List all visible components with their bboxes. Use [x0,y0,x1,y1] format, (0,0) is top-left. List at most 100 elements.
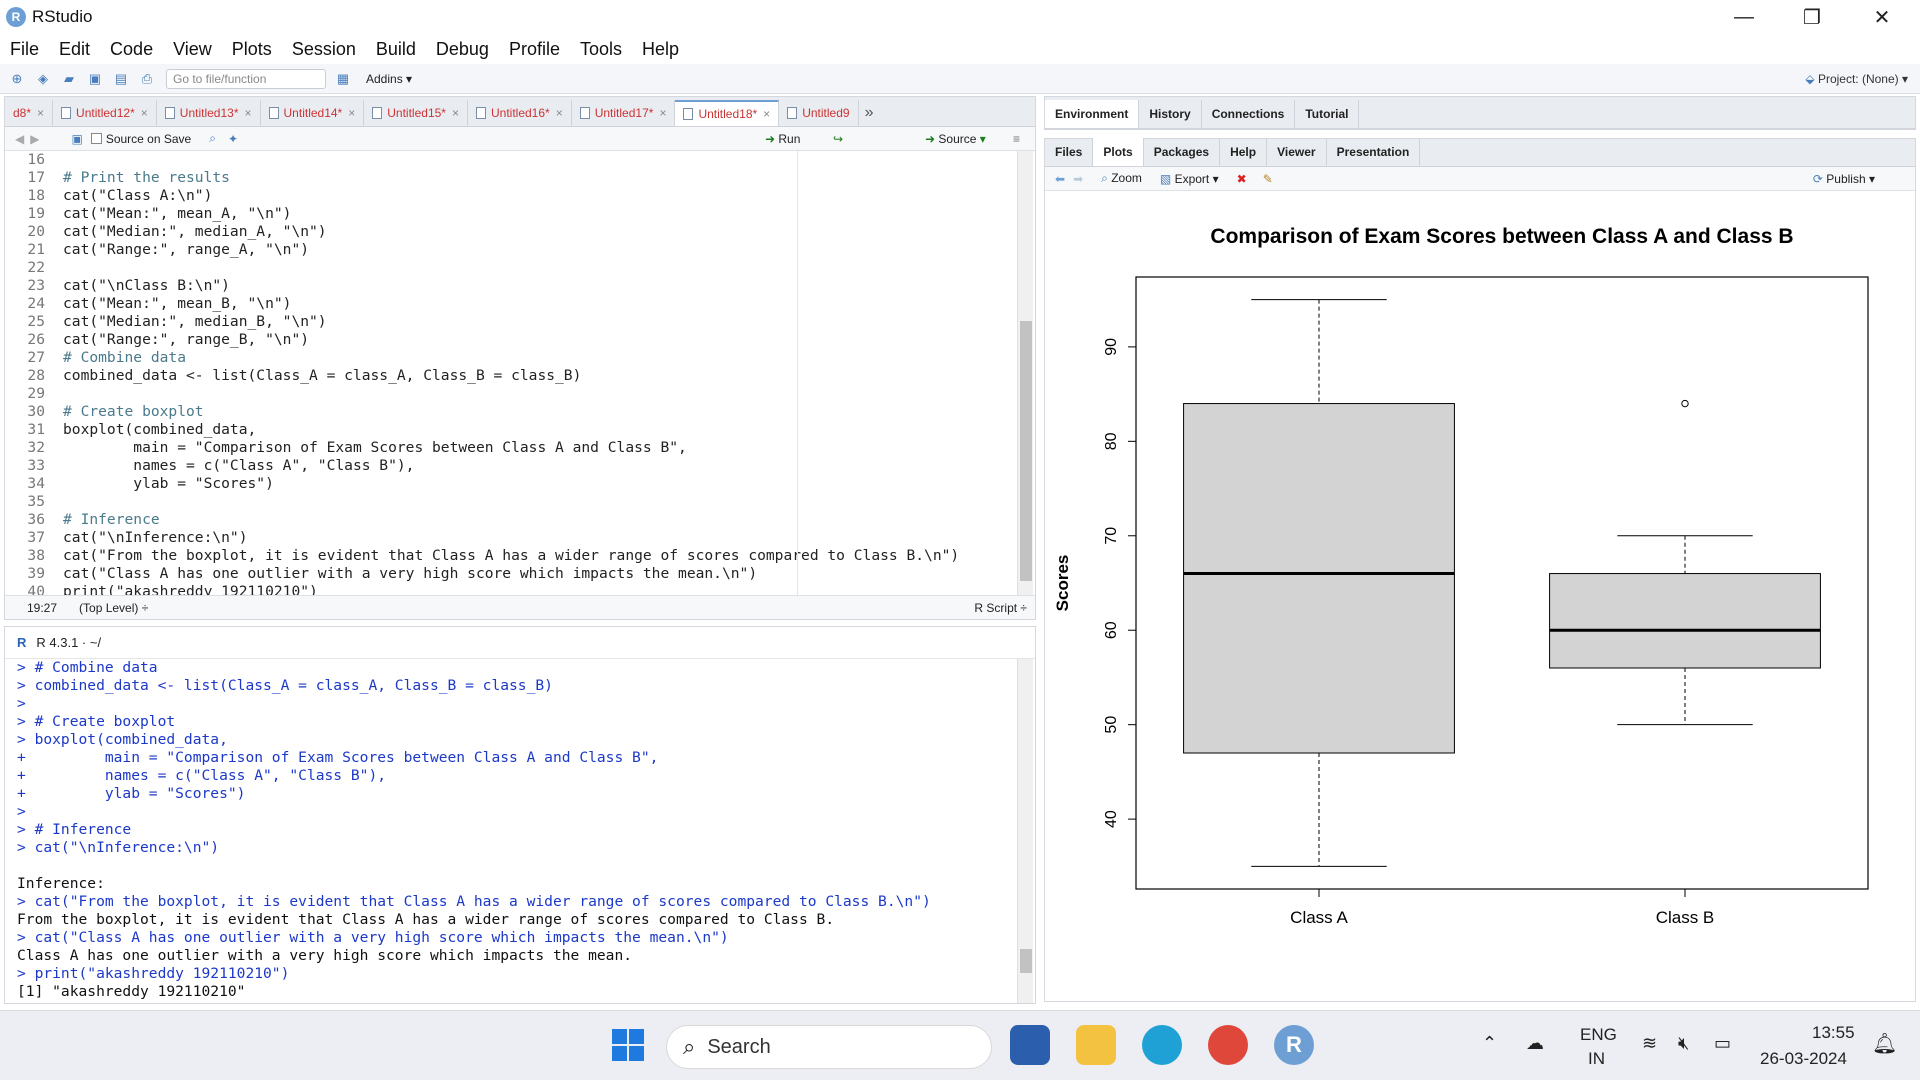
code-line[interactable]: 24 cat("Mean:", mean_B, "\n") [5,295,1013,313]
remove-plot-icon[interactable]: ✖ [1237,172,1247,186]
language-indicator[interactable]: ENG [1580,1025,1617,1045]
export-button[interactable]: ▧ Export ▾ [1160,172,1219,186]
tab-files[interactable]: Files [1045,138,1094,166]
menu-code[interactable]: Code [100,39,163,60]
tab-tutorial[interactable]: Tutorial [1295,100,1360,128]
battery-icon[interactable]: ▭ [1714,1033,1731,1054]
minimize-button[interactable]: — [1714,0,1774,34]
close-tab-icon[interactable]: × [452,106,459,120]
file-type-selector[interactable]: R Script ÷ [974,601,1027,615]
code-line[interactable]: 19 cat("Mean:", mean_A, "\n") [5,205,1013,223]
tab-packages[interactable]: Packages [1144,138,1221,166]
code-line[interactable]: 39 cat("Class A has one outlier with a ve… [5,565,1013,583]
tab-environment[interactable]: Environment [1045,100,1140,128]
tab-connections[interactable]: Connections [1202,100,1296,128]
code-line[interactable]: 26 cat("Range:", range_B, "\n") [5,331,1013,349]
run-button[interactable]: ➜ Run [765,132,800,146]
editor-scroll-thumb[interactable] [1020,321,1032,581]
clear-plots-icon[interactable]: ✎ [1263,172,1273,186]
source-tab[interactable]: Untitled17* × [572,100,676,126]
prev-plot-icon[interactable]: ⬅ [1055,172,1065,186]
menu-session[interactable]: Session [282,39,366,60]
source-tab[interactable]: Untitled15* × [364,100,468,126]
zoom-button[interactable]: ⌕ Zoom [1101,171,1142,186]
chrome-icon[interactable] [1208,1025,1248,1065]
code-line[interactable]: 36 # Inference [5,511,1013,529]
source-on-save-checkbox[interactable] [90,133,102,144]
source-tab[interactable]: Untitled14* × [261,100,365,126]
console-scroll-thumb[interactable] [1020,949,1032,973]
close-tab-icon[interactable]: × [245,106,252,120]
close-tab-icon[interactable]: × [348,106,355,120]
open-file-icon[interactable]: ▰ [60,70,78,88]
close-button[interactable]: ✕ [1852,0,1912,34]
back-arrow-icon[interactable]: ◀ [15,132,24,146]
source-tab[interactable]: d8* × [5,100,54,126]
next-plot-icon[interactable]: ➡ [1073,172,1083,186]
code-line[interactable]: 34 ylab = "Scores") [5,475,1013,493]
source-tab[interactable]: Untitled13* × [157,100,261,126]
project-menu[interactable]: ⬙ Project: (None) ▾ [1805,72,1908,86]
source-tab[interactable]: Untitled9 [779,100,859,126]
code-line[interactable]: 25 cat("Median:", median_B, "\n") [5,313,1013,331]
code-line[interactable]: 22 [5,259,1013,277]
code-line[interactable]: 35 [5,493,1013,511]
region-indicator[interactable]: IN [1588,1049,1605,1069]
code-line[interactable]: 40 print("akashreddy 192110210") [5,583,1013,595]
code-line[interactable]: 20 cat("Median:", median_A, "\n") [5,223,1013,241]
more-tabs-icon[interactable]: » [859,104,880,126]
close-tab-icon[interactable]: × [37,106,44,120]
publish-button[interactable]: ⟳ Publish ▾ [1813,172,1875,186]
magic-wand-icon[interactable]: ✦ [228,132,238,146]
console-output[interactable]: > # Combine data > combined_data <- list(… [17,659,1007,1001]
code-line[interactable]: 37 cat("\nInference:\n") [5,529,1013,547]
tab-viewer[interactable]: Viewer [1267,138,1327,166]
close-tab-icon[interactable]: × [556,106,563,120]
rerun-icon[interactable]: ↪ [833,132,843,146]
outline-icon[interactable]: ≡ [1013,132,1020,146]
search-icon[interactable]: ⌕ [209,131,216,146]
print-icon[interactable]: ⎙ [138,70,156,88]
chevron-up-icon[interactable]: ⌃ [1482,1033,1497,1054]
close-tab-icon[interactable]: × [763,107,770,121]
tab-plots[interactable]: Plots [1093,138,1144,166]
menu-build[interactable]: Build [366,39,426,60]
new-project-icon[interactable]: ◈ [34,70,52,88]
file-explorer-icon[interactable] [1076,1025,1116,1065]
addins-menu[interactable]: Addins ▾ [366,72,412,86]
goto-file-input[interactable]: Go to file/function [166,68,326,89]
close-tab-icon[interactable]: × [141,106,148,120]
code-line[interactable]: 18 cat("Class A:\n") [5,187,1013,205]
code-line[interactable]: 21 cat("Range:", range_A, "\n") [5,241,1013,259]
new-file-icon[interactable]: ⊕ [8,70,26,88]
tab-history[interactable]: History [1139,100,1202,128]
code-line[interactable]: 32 main = "Comparison of Exam Scores bet… [5,439,1013,457]
menu-view[interactable]: View [163,39,222,60]
close-tab-icon[interactable]: × [659,106,666,120]
save-all-icon[interactable]: ▤ [112,70,130,88]
wifi-icon[interactable]: ≋ [1642,1033,1657,1054]
clock-time[interactable]: 13:55 [1812,1023,1855,1043]
editor-scrollbar[interactable] [1017,151,1033,595]
forward-arrow-icon[interactable]: ▶ [30,132,39,146]
tab-presentation[interactable]: Presentation [1327,138,1421,166]
menu-help[interactable]: Help [632,39,689,60]
restore-button[interactable]: ❐ [1782,0,1842,34]
menu-file[interactable]: File [0,39,49,60]
source-tab[interactable]: Untitled18* × [675,100,780,126]
console-scrollbar[interactable] [1017,659,1033,1003]
edge-icon[interactable] [1142,1025,1182,1065]
source-tab[interactable]: Untitled12* × [53,100,157,126]
code-line[interactable]: 27 # Combine data [5,349,1013,367]
code-line[interactable]: 38 cat("From the boxplot, it is evident t… [5,547,1013,565]
onedrive-icon[interactable]: ☁ [1526,1033,1544,1054]
code-line[interactable]: 28 combined_data <- list(Class_A = class_… [5,367,1013,385]
code-editor[interactable]: 16 17 # Print the results 18 cat("Class A:\n… [5,151,1013,595]
notification-bell-icon[interactable]: 🔔︎ [1872,1031,1897,1056]
save-editor-icon[interactable]: ▣ [71,132,82,146]
code-line[interactable]: 23 cat("\nClass B:\n") [5,277,1013,295]
clock-date[interactable]: 26-03-2024 [1760,1049,1847,1069]
mute-icon[interactable]: 🔇︎ [1678,1033,1689,1054]
store-icon[interactable] [1010,1025,1050,1065]
code-line[interactable]: 33 names = c("Class A", "Class B"), [5,457,1013,475]
